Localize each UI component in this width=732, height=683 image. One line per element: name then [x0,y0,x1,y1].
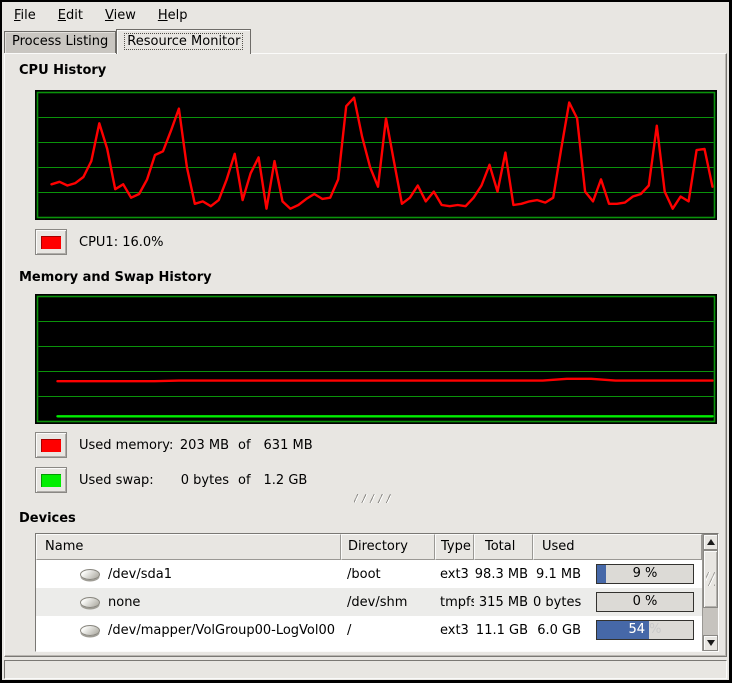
scrollbar-thumb[interactable] [703,550,718,608]
devices-table-header: Name Directory Type Total Used [36,534,702,560]
device-type: ext3 [435,567,474,582]
devices-title: Devices [19,511,726,527]
menu-view-label: iew [114,8,136,23]
device-directory: /dev/shm [341,595,435,610]
table-row[interactable]: none /dev/shm tmpfs 315 MB 0 bytes 0 % 0… [36,588,702,616]
menu-edit-label: dit [66,8,83,23]
device-used-cell: 6.0 GB 54 % 54 % [533,620,702,640]
cpu-history-graph [35,90,717,220]
menu-help-label: elp [168,8,188,23]
memory-swap-graph [35,294,717,424]
used-memory-color-button[interactable] [35,432,67,458]
device-used-progressbar: 54 % 54 % [596,620,694,640]
menu-edit[interactable]: Edit [50,4,91,27]
scrollbar-trough[interactable] [703,608,718,635]
hard-disk-icon [80,597,100,608]
device-used: 9.1 MB [533,567,581,582]
device-name-cell: /dev/sda1 [36,567,341,582]
used-memory-value: 203 MB [176,438,229,453]
progress-label-overlay: 54 % [597,621,649,639]
used-swap-legend: Used swap: 0 bytes of 1.2 GB [35,467,726,493]
progress-label-overlay: 9 % [597,565,606,583]
header-total[interactable]: Total [474,534,533,560]
arrow-up-icon [707,539,715,545]
scroll-up-button[interactable] [703,534,718,550]
cpu-history-title: CPU History [19,63,726,79]
used-memory-of: of [238,438,251,453]
device-name: none [108,595,140,610]
device-used-cell: 0 bytes 0 % 0 % [533,592,702,612]
tab-process-listing[interactable]: Process Listing [4,31,116,53]
device-total: 98.3 MB [474,567,533,582]
used-swap-value: 0 bytes [176,473,229,488]
menu-view-mnemonic: V [105,8,114,23]
resource-monitor-page: CPU History CPU1: 16.0% Memory and Swap … [4,53,727,657]
used-memory-legend: Used memory: 203 MB of 631 MB [35,432,726,458]
used-memory-label: Used memory: [79,438,176,453]
pane-resize-grip[interactable] [354,494,391,503]
total-memory-value: 631 MB [264,438,313,453]
cpu1-color-swatch [41,236,61,249]
tab-bar: Process Listing Resource Monitor [2,28,729,53]
device-used: 6.0 GB [533,623,581,638]
devices-table-main: Name Directory Type Total Used /dev/sda1… [36,534,702,651]
progress-label: 0 % [597,593,693,611]
devices-scrollbar[interactable] [702,534,718,651]
used-swap-of: of [238,473,251,488]
menu-file-label: ile [21,8,36,23]
tab-resource-monitor-label: Resource Monitor [124,33,243,50]
menu-file[interactable]: File [6,4,44,27]
device-directory: /boot [341,567,435,582]
scrollbar-grip-icon [706,572,715,586]
arrow-down-icon [707,640,715,646]
cpu-legend: CPU1: 16.0% [35,229,726,255]
device-type: ext3 [435,623,474,638]
device-directory: / [341,623,435,638]
cpu1-usage-label: CPU1: 16.0% [79,235,164,250]
status-bar [4,660,727,679]
device-total: 315 MB [474,595,533,610]
menu-view[interactable]: View [97,4,144,27]
scroll-down-button[interactable] [703,635,718,651]
progress-label: 9 % [597,565,693,583]
tab-process-listing-label: Process Listing [12,34,108,49]
hard-disk-icon [80,569,100,580]
used-memory-color-swatch [41,439,61,452]
device-used: 0 bytes [533,595,581,610]
devices-table: Name Directory Type Total Used /dev/sda1… [35,533,719,652]
device-used-progressbar: 0 % 0 % [596,592,694,612]
header-type[interactable]: Type [435,534,474,560]
tab-resource-monitor[interactable]: Resource Monitor [116,29,251,54]
menu-help[interactable]: Help [150,4,196,27]
total-swap-value: 1.2 GB [264,473,308,488]
device-name: /dev/sda1 [108,567,172,582]
menu-help-mnemonic: H [158,8,168,23]
device-total: 11.1 GB [474,623,533,638]
menu-edit-mnemonic: E [58,8,66,23]
device-name-cell: none [36,595,341,610]
header-name[interactable]: Name [36,534,341,560]
memory-swap-title: Memory and Swap History [19,270,726,286]
hard-disk-icon [80,625,100,636]
devices-table-viewport: /dev/sda1 /boot ext3 98.3 MB 9.1 MB 9 % … [36,560,702,651]
used-swap-color-swatch [41,474,61,487]
header-directory[interactable]: Directory [341,534,435,560]
app-window: File Edit View Help Process Listing Reso… [0,0,732,683]
device-type: tmpfs [435,595,474,610]
device-name-cell: /dev/mapper/VolGroup00-LogVol00 [36,623,341,638]
used-swap-color-button[interactable] [35,467,67,493]
menu-bar: File Edit View Help [2,2,729,28]
device-used-cell: 9.1 MB 9 % 9 % [533,564,702,584]
table-row[interactable]: /dev/sda1 /boot ext3 98.3 MB 9.1 MB 9 % … [36,560,702,588]
device-used-progressbar: 9 % 9 % [596,564,694,584]
table-row[interactable]: /dev/mapper/VolGroup00-LogVol00 / ext3 1… [36,616,702,644]
header-used[interactable]: Used [533,534,702,560]
cpu1-color-button[interactable] [35,229,67,255]
device-name: /dev/mapper/VolGroup00-LogVol00 [108,623,335,638]
used-swap-label: Used swap: [79,473,176,488]
